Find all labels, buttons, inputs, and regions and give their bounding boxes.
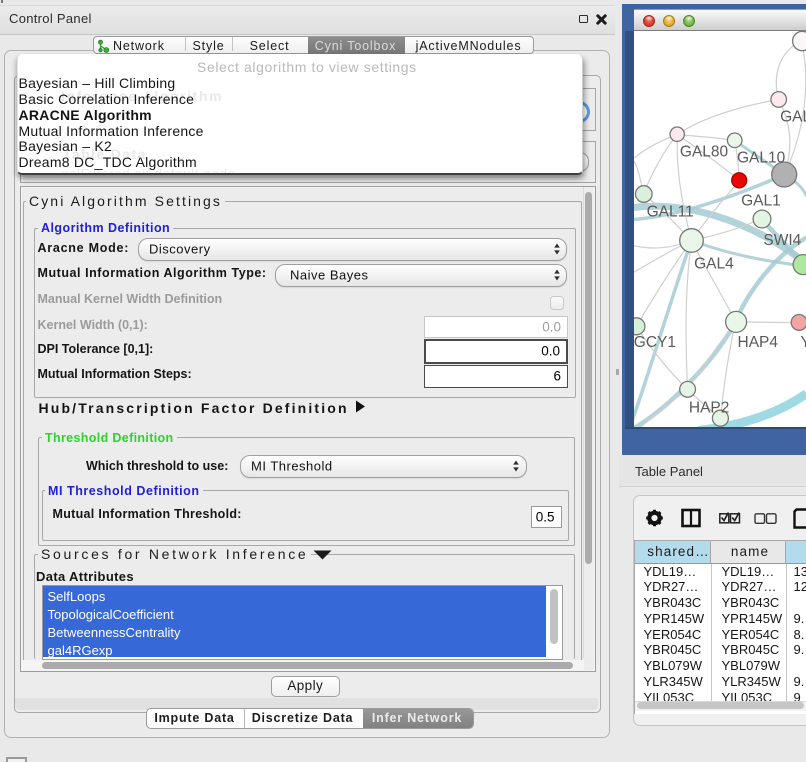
svg-text:GAL10: GAL10 bbox=[737, 149, 786, 166]
svg-text:GCY1: GCY1 bbox=[634, 334, 676, 351]
svg-text:HAP4: HAP4 bbox=[737, 334, 778, 351]
svg-text:GAL4: GAL4 bbox=[694, 255, 734, 272]
svg-text:GAL80: GAL80 bbox=[679, 143, 728, 160]
svg-text:GAL1: GAL1 bbox=[741, 192, 781, 209]
svg-text:GAL11: GAL11 bbox=[646, 203, 693, 220]
svg-text:HAP2: HAP2 bbox=[688, 399, 729, 416]
svg-text:Y: Y bbox=[800, 334, 806, 351]
svg-text:GAL7: GAL7 bbox=[780, 108, 806, 125]
svg-text:SWI4: SWI4 bbox=[763, 232, 801, 249]
